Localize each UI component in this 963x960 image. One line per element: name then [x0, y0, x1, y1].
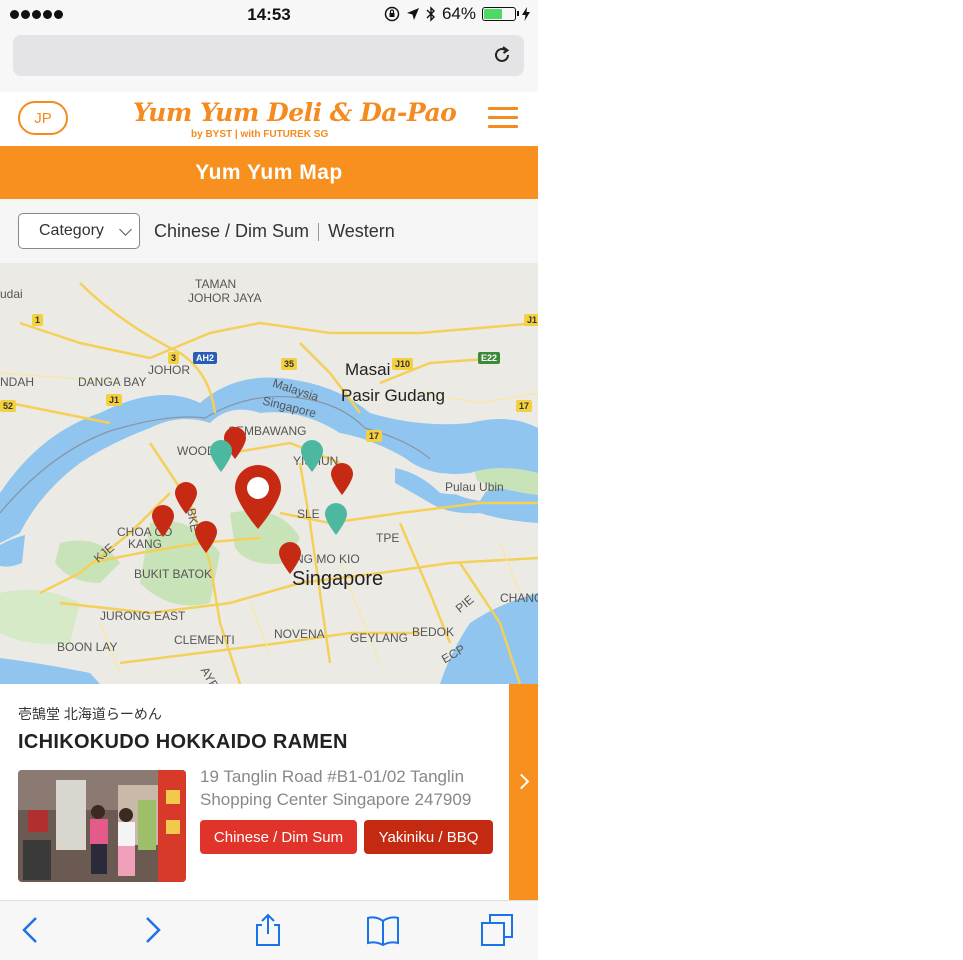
hamburger-menu-icon[interactable] [488, 107, 518, 129]
map-marker-red[interactable] [278, 541, 302, 575]
map-place-label: Pasir Gudang [341, 386, 445, 405]
page-title: Yum Yum Map [0, 146, 538, 199]
map-place-label: CLEMENTI [174, 633, 235, 647]
map-place-label: BEDOK [412, 625, 455, 639]
map-place-label: Pulau Ubin [445, 480, 504, 494]
language-button[interactable]: JP [18, 101, 68, 135]
phone-screen: 14:53 64% JP Yum Yum Deli & Da-Pao by BY… [0, 0, 538, 960]
battery-fill [484, 9, 502, 19]
restaurant-japanese-name: 壱鵠堂 北海道らーめん [18, 706, 162, 722]
road-number-badge: 17 [516, 400, 533, 412]
reload-icon[interactable] [490, 43, 514, 67]
map-place-label: BUKIT BATOK [134, 567, 213, 581]
restaurant-photo[interactable] [18, 770, 186, 882]
bookmarks-icon[interactable] [366, 913, 400, 947]
back-arrow-icon[interactable] [15, 913, 49, 947]
site-header: JP Yum Yum Deli & Da-Pao by BYST | with … [0, 92, 538, 146]
forward-arrow-icon[interactable] [134, 913, 168, 947]
map-marker-teal[interactable] [209, 439, 233, 473]
map-place-label: JURONG EAST [100, 609, 186, 623]
road-number-badge: E22 [478, 352, 501, 364]
orientation-lock-icon [384, 6, 400, 22]
road-number-badge: 3 [168, 352, 180, 364]
map-marker-teal[interactable] [324, 502, 348, 536]
filter-option-chinese-dim-sum[interactable]: Chinese / Dim Sum [154, 221, 309, 242]
map-marker-red[interactable] [151, 504, 175, 538]
road-number-badge: 17 [366, 430, 383, 442]
tag-chinese-dim-sum[interactable]: Chinese / Dim Sum [200, 820, 357, 854]
map-marker-selected[interactable] [233, 464, 283, 530]
logo-text: Yum Yum Deli & Da-Pao [133, 98, 457, 127]
category-dropdown[interactable]: Category [18, 213, 140, 249]
filter-option-western[interactable]: Western [328, 221, 395, 242]
map-place-label: SLE [297, 507, 320, 521]
restaurant-photo-image [18, 770, 186, 882]
browser-toolbar [0, 900, 538, 960]
tag-yakiniku-bbq[interactable]: Yakiniku / BBQ [364, 820, 493, 854]
map-place-label: KANG [128, 537, 163, 551]
filter-divider [318, 222, 320, 241]
map-place-label: JOHOR [148, 363, 190, 377]
next-restaurant-button[interactable] [509, 684, 538, 900]
share-icon[interactable] [251, 913, 285, 947]
road-number-badge: AH2 [193, 352, 218, 364]
road-number-badge: J10 [392, 358, 414, 370]
restaurant-name[interactable]: ICHIKOKUDO HOKKAIDO RAMEN [18, 731, 348, 754]
road-number-badge: 1 [32, 314, 44, 326]
map-place-label: DANGA BAY [78, 375, 147, 389]
map-place-label: Masai [345, 360, 391, 379]
map-place-label: TAMAN [195, 277, 237, 291]
charging-bolt-icon [522, 7, 530, 21]
map-place-label: JOHOR JAYA [188, 291, 262, 305]
battery-percent: 64% [441, 4, 476, 23]
map-place-label: NDAH [0, 375, 35, 389]
category-dropdown-label: Category [39, 222, 104, 239]
location-arrow-icon [406, 8, 419, 20]
tabs-icon[interactable] [480, 913, 514, 947]
map-marker-red[interactable] [330, 462, 354, 496]
map-place-label: udai [0, 287, 23, 301]
restaurant-card[interactable]: 壱鵠堂 北海道らーめん ICHIKOKUDO HOKKAIDO RAMEN 19… [0, 684, 538, 900]
category-filter: Category Chinese / Dim Sum Western [0, 199, 538, 263]
restaurant-address: 19 Tanglin Road #B1-01/02 Tanglin Shoppi… [200, 767, 472, 809]
road-number-badge: 52 [0, 400, 17, 412]
chevron-right-icon [513, 773, 530, 790]
status-indicators: 64% [384, 4, 530, 24]
map-place-label: BOON LAY [57, 640, 118, 654]
road-number-badge: J1 [524, 314, 538, 326]
map-marker-teal[interactable] [300, 439, 324, 473]
map-place-label: GEYLANG [350, 631, 409, 645]
road-number-badge: 35 [281, 358, 298, 370]
map-place-label: TPE [376, 531, 400, 545]
logo-subtitle: by BYST | with FUTUREK SG [191, 129, 329, 140]
filter-options: Chinese / Dim Sum Western [154, 221, 395, 242]
address-bar[interactable] [13, 35, 524, 76]
map-place-label: Singapore [292, 568, 384, 590]
status-bar: 14:53 64% [0, 0, 538, 30]
road-number-badge: J1 [106, 394, 123, 406]
map-view[interactable]: udai TAMAN JOHOR JAYA JOHOR NDAH DANGA BAY Mas… [0, 263, 538, 684]
browser-address-area [0, 30, 538, 92]
battery-icon [482, 7, 519, 21]
map-place-label: CHANG [500, 591, 538, 605]
map-marker-red[interactable] [174, 481, 198, 515]
bluetooth-icon [426, 6, 435, 22]
map-place-label: NOVENA [274, 627, 325, 641]
chevron-down-icon [119, 223, 132, 236]
site-logo[interactable]: Yum Yum Deli & Da-Pao by BYST | with FUT… [133, 98, 457, 142]
map-marker-red[interactable] [194, 520, 218, 554]
